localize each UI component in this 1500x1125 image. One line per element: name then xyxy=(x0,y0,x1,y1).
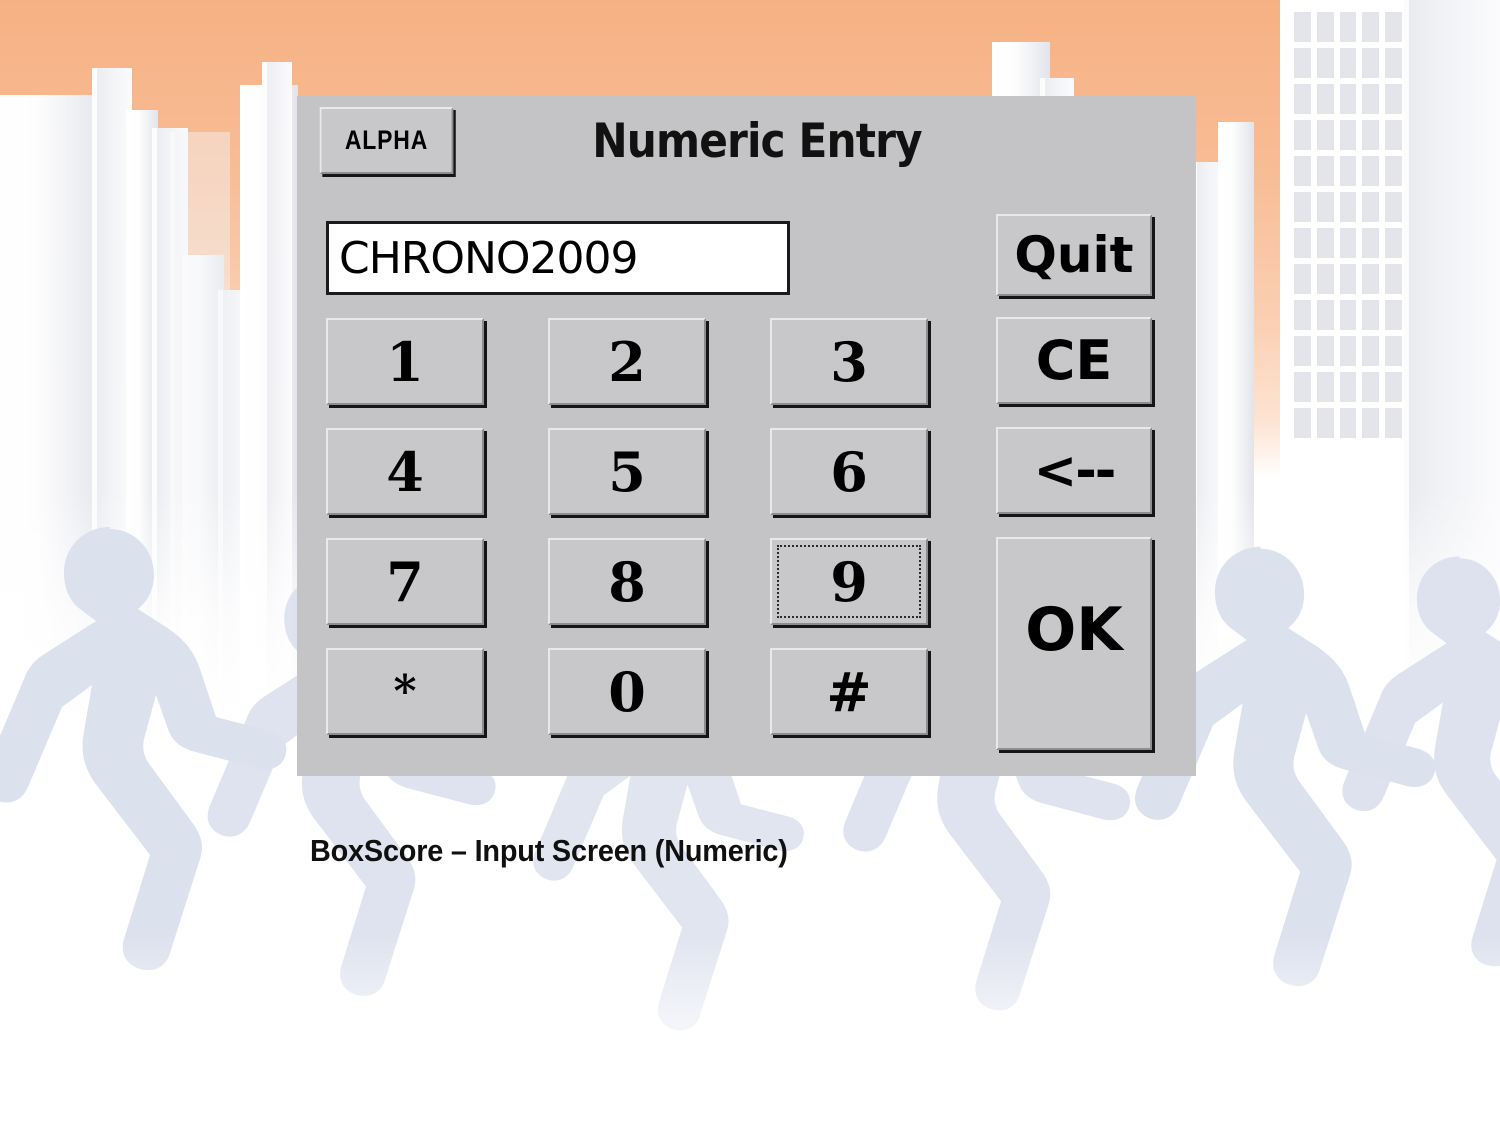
alpha-button-label: ALPHA xyxy=(344,125,429,155)
quit-button-label: Quit xyxy=(1014,226,1134,284)
slide-caption: BoxScore – Input Screen (Numeric) xyxy=(310,833,824,869)
key-5[interactable]: 5 xyxy=(548,428,706,515)
key-9-label: 9 xyxy=(830,549,868,614)
dialog-title-text: Numeric Entry xyxy=(592,113,922,169)
display-value-text: CHRONO2009 xyxy=(339,232,639,284)
key-2[interactable]: 2 xyxy=(548,318,706,405)
key-4[interactable]: 4 xyxy=(326,428,484,515)
dialog-title: Numeric Entry xyxy=(547,110,967,172)
clear-entry-button-label: CE xyxy=(1035,329,1113,392)
key-6[interactable]: 6 xyxy=(770,428,928,515)
numeric-display-field[interactable]: CHRONO2009 xyxy=(326,221,790,295)
key-0-label: 0 xyxy=(608,659,646,724)
key-7-label: 7 xyxy=(386,549,424,614)
alpha-mode-button[interactable]: ALPHA xyxy=(319,107,454,174)
key-8[interactable]: 8 xyxy=(548,538,706,625)
key-3[interactable]: 3 xyxy=(770,318,928,405)
key-3-label: 3 xyxy=(830,329,868,394)
key-4-label: 4 xyxy=(386,439,424,504)
key-0[interactable]: 0 xyxy=(548,648,706,735)
key-hash-label: # xyxy=(826,659,872,724)
key-1[interactable]: 1 xyxy=(326,318,484,405)
key-5-label: 5 xyxy=(608,439,646,504)
clear-entry-button[interactable]: CE xyxy=(996,317,1152,404)
backspace-button[interactable]: <-- xyxy=(996,427,1152,514)
key-1-label: 1 xyxy=(386,329,424,394)
ok-button-label: OK xyxy=(1025,595,1123,665)
key-asterisk[interactable]: * xyxy=(326,648,484,735)
key-2-label: 2 xyxy=(608,329,646,394)
slide-caption-text: BoxScore – Input Screen (Numeric) xyxy=(310,833,788,868)
key-8-label: 8 xyxy=(608,549,646,614)
key-asterisk-label: * xyxy=(393,666,417,717)
quit-button[interactable]: Quit xyxy=(996,214,1152,296)
key-6-label: 6 xyxy=(830,439,868,504)
key-7[interactable]: 7 xyxy=(326,538,484,625)
key-hash[interactable]: # xyxy=(770,648,928,735)
ok-button[interactable]: OK xyxy=(996,537,1152,750)
slide-canvas: ALPHA Numeric Entry CHRONO2009 1 2 3 4 5… xyxy=(0,0,1500,1125)
numeric-entry-dialog: ALPHA Numeric Entry CHRONO2009 1 2 3 4 5… xyxy=(297,96,1196,776)
backspace-button-label: <-- xyxy=(1033,440,1117,501)
key-9[interactable]: 9 xyxy=(770,538,928,625)
runner-fade-overlay xyxy=(0,935,1500,1125)
